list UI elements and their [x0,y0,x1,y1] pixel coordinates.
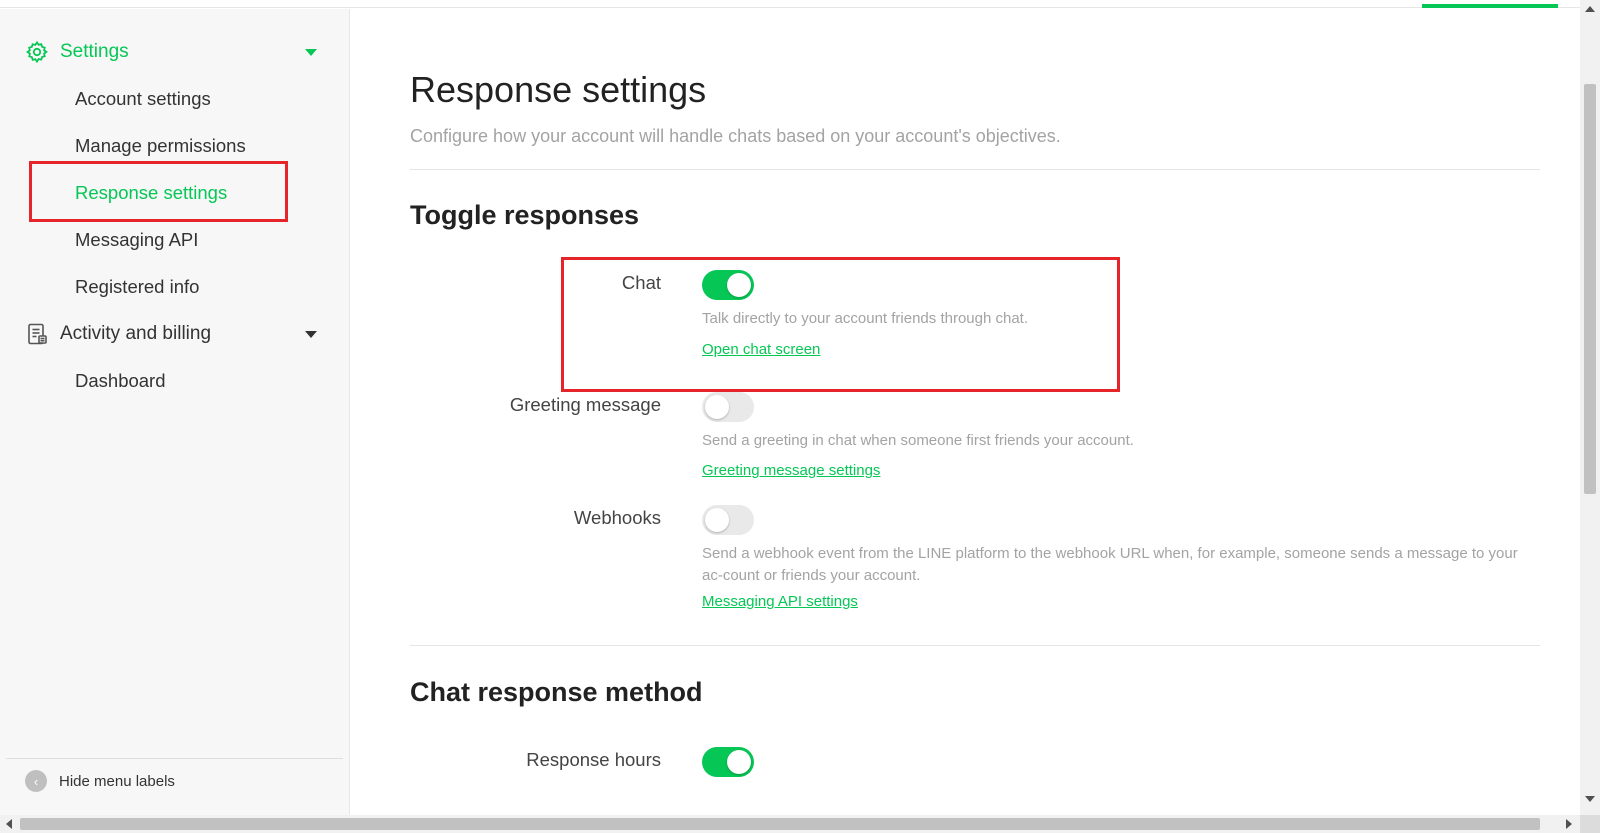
top-bar [0,0,1580,8]
document-icon [25,322,49,346]
sidebar-item-account-settings[interactable]: Account settings [75,84,211,114]
scroll-right-icon[interactable] [1566,819,1572,829]
sidebar-item-registered-info[interactable]: Registered info [75,272,199,302]
sidebar-item-dashboard[interactable]: Dashboard [75,366,166,396]
section-title-chat-response-method: Chat response method [410,677,703,707]
vertical-scrollbar[interactable] [1580,0,1600,815]
sidebar-group-activity-billing[interactable]: Activity and billing [0,311,350,357]
messaging-api-settings-link[interactable]: Messaging API settings [702,593,858,610]
page-title: Response settings [410,69,707,110]
greeting-message-settings-link[interactable]: Greeting message settings [702,462,880,479]
annotation-highlight-sidebar [29,161,288,222]
sidebar: Settings Account settings Manage permiss… [0,9,350,815]
hide-menu-labels-text: Hide menu labels [59,772,175,790]
active-tab-indicator [1422,4,1558,8]
toggle-knob [727,750,751,774]
sidebar-group-label: Activity and billing [60,323,212,344]
chevron-down-icon [305,49,317,56]
divider [410,169,1540,170]
chevron-down-icon [305,331,317,338]
sidebar-item-messaging-api[interactable]: Messaging API [75,225,198,255]
horizontal-scrollbar[interactable] [0,815,1600,833]
greeting-message-toggle[interactable] [702,392,754,422]
sidebar-divider [6,758,343,759]
divider [410,645,1540,646]
section-title-toggle-responses: Toggle responses [410,200,640,230]
webhooks-toggle[interactable] [702,505,754,535]
page-subtitle: Configure how your account will handle c… [410,126,1061,146]
greeting-message-description: Send a greeting in chat when someone fir… [702,432,1134,449]
scroll-thumb[interactable] [1584,84,1596,494]
sidebar-group-settings[interactable]: Settings [0,29,350,75]
scrollbar-corner [1580,815,1600,833]
scroll-thumb[interactable] [20,818,1540,830]
response-hours-label: Response hours [526,749,661,770]
annotation-highlight-chat [561,257,1120,392]
main-content: Response settings Configure how your acc… [351,9,1580,815]
chevron-left-icon: ‹ [25,770,47,792]
sidebar-item-manage-permissions[interactable]: Manage permissions [75,131,246,161]
scroll-left-icon[interactable] [6,819,12,829]
gear-icon [25,40,49,64]
webhooks-label: Webhooks [573,507,661,528]
toggle-knob [705,395,729,419]
hide-menu-labels-button[interactable]: ‹ Hide menu labels [25,770,175,792]
scroll-up-icon[interactable] [1585,6,1595,12]
webhooks-description: Send a webhook event from the LINE platf… [702,545,1518,584]
toggle-knob [705,508,729,532]
greeting-message-label: Greeting message [509,394,661,415]
sidebar-group-label: Settings [60,41,129,62]
response-hours-toggle[interactable] [702,747,754,777]
scroll-down-icon[interactable] [1585,796,1595,802]
